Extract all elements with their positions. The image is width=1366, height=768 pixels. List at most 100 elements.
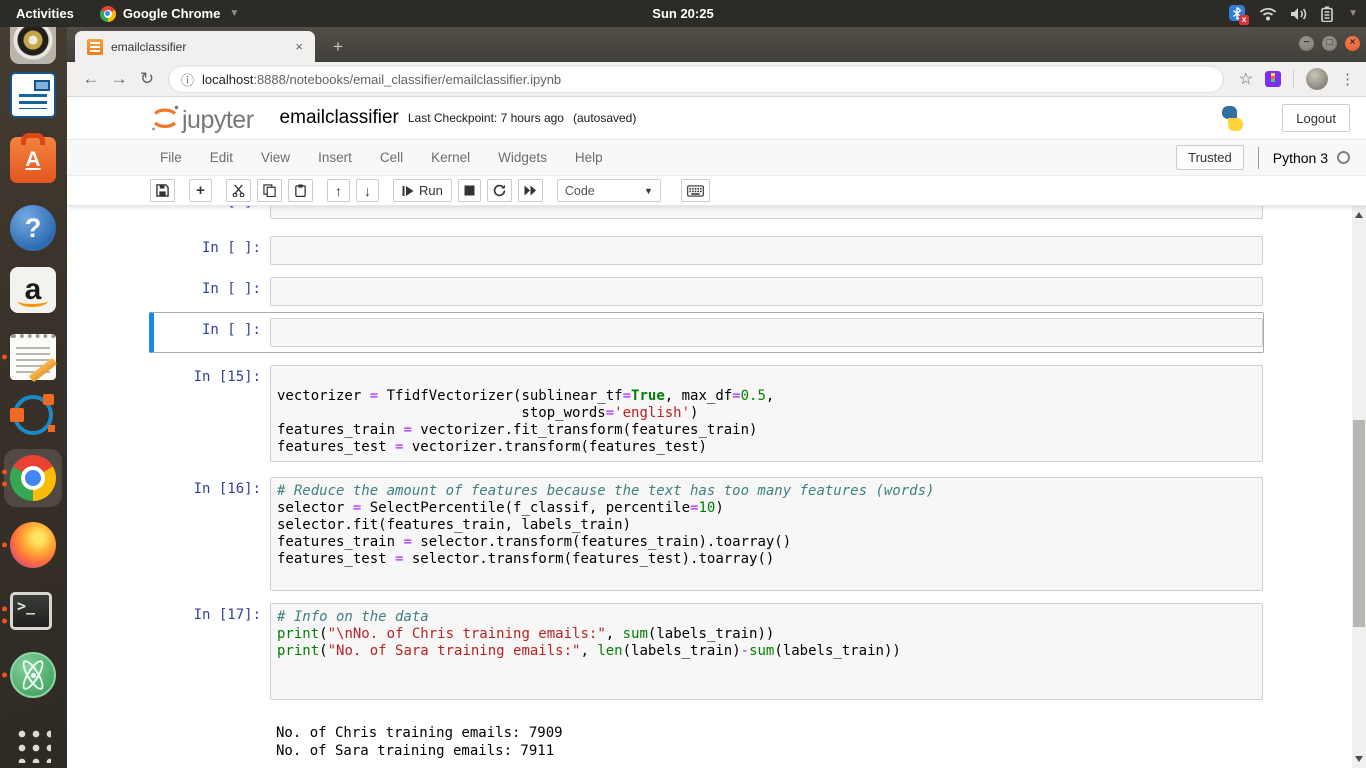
dock-item-atom[interactable] xyxy=(2,652,56,698)
restart-icon xyxy=(493,184,506,197)
logout-button[interactable]: Logout xyxy=(1282,104,1350,132)
menu-widgets[interactable]: Widgets xyxy=(484,140,561,176)
jupyter-logo-icon xyxy=(152,105,179,131)
cell-type-select[interactable]: Code ▼ xyxy=(556,179,661,202)
jupyter-wordmark: jupyter xyxy=(182,106,254,134)
cell-prompt: In [ ]: xyxy=(201,281,261,297)
dock-item-camera-app[interactable] xyxy=(10,27,56,64)
volume-icon[interactable] xyxy=(1290,7,1308,21)
address-bar[interactable]: ⓘ localhost:8888/notebooks/email_classif… xyxy=(169,66,1223,92)
bookmark-star-icon[interactable]: ☆ xyxy=(1239,69,1253,89)
cell-input[interactable] xyxy=(270,277,1263,306)
notebook-cell[interactable]: In [ ]: xyxy=(149,206,1264,225)
jupyter-logo[interactable]: jupyter xyxy=(150,103,254,133)
notebook-cell[interactable]: In [ ]: xyxy=(149,271,1264,312)
url-host: localhost xyxy=(202,71,254,87)
notebook-cell[interactable]: In [17]: # Info on the data print("\nNo. o… xyxy=(149,597,1264,768)
cut-cell-button[interactable] xyxy=(226,179,251,202)
trusted-badge[interactable]: Trusted xyxy=(1176,145,1244,170)
dock-item-ubuntu-software[interactable]: A xyxy=(10,133,56,183)
paste-cell-button[interactable] xyxy=(288,179,313,202)
new-tab-button[interactable]: + xyxy=(325,35,351,59)
back-icon[interactable]: ← xyxy=(77,65,105,93)
dock-item-libreoffice-writer[interactable] xyxy=(10,72,56,118)
bluetooth-icon[interactable]: x xyxy=(1229,5,1250,25)
restart-kernel-button[interactable] xyxy=(486,179,512,202)
menu-help[interactable]: Help xyxy=(561,140,617,176)
command-palette-button[interactable] xyxy=(680,179,710,202)
help-icon: ? xyxy=(10,205,56,251)
menu-kernel[interactable]: Kernel xyxy=(417,140,484,176)
fast-forward-icon xyxy=(524,185,536,196)
menu-insert[interactable]: Insert xyxy=(304,140,366,176)
forward-icon[interactable]: → xyxy=(105,65,133,93)
move-cell-up-button[interactable]: ↑ xyxy=(327,179,350,202)
jupyter-header: jupyter emailclassifier Last Checkpoint:… xyxy=(67,97,1366,140)
copy-cell-button[interactable] xyxy=(257,179,282,202)
screen: Activities Google Chrome ▼ Sun 20:25 x ▼ xyxy=(0,0,1366,768)
dock-item-firefox[interactable] xyxy=(2,522,56,568)
tab-close-icon[interactable]: × xyxy=(291,37,307,56)
run-cell-button[interactable]: Run xyxy=(393,179,452,202)
app-menu[interactable]: Google Chrome ▼ xyxy=(90,5,249,22)
browser-menu-icon[interactable]: ⋮ xyxy=(1340,70,1356,88)
clock[interactable]: Sun 20:25 xyxy=(652,6,713,21)
cell-input[interactable]: # Reduce the amount of features because … xyxy=(270,477,1263,591)
add-cell-button[interactable]: + xyxy=(189,179,212,202)
browser-toolbar: ← → ↻ ⓘ localhost:8888/notebooks/email_c… xyxy=(67,62,1366,97)
save-button[interactable] xyxy=(150,179,175,202)
menu-file[interactable]: File xyxy=(146,140,196,176)
close-button[interactable]: × xyxy=(1345,36,1360,51)
wifi-icon[interactable] xyxy=(1259,7,1277,21)
dock-item-help[interactable]: ? xyxy=(10,205,56,251)
kernel-name: Python 3 xyxy=(1272,149,1328,166)
system-status-area[interactable]: x ▼ xyxy=(1229,0,1358,27)
scrollbar-thumb[interactable] xyxy=(1353,420,1365,627)
notebook-cell[interactable]: In [16]: # Reduce the amount of features … xyxy=(149,471,1264,597)
caret-down-icon[interactable]: ▼ xyxy=(1348,8,1358,19)
extension-icon[interactable] xyxy=(1265,71,1281,87)
notebook-cell[interactable]: In [15]: vectorizer = TfidfVectorizer(sub… xyxy=(149,359,1264,468)
cell-input[interactable] xyxy=(270,236,1263,265)
dock-item-show-applications[interactable] xyxy=(10,722,56,768)
menu-edit[interactable]: Edit xyxy=(196,140,247,176)
dock-item-google-chrome[interactable] xyxy=(2,449,62,507)
ubuntu-dock: A? a >_ xyxy=(0,27,67,768)
profile-avatar[interactable] xyxy=(1306,68,1328,90)
dock-item-terminal[interactable]: >_ xyxy=(2,592,56,638)
run-icon xyxy=(402,185,414,196)
browser-tab[interactable]: emailclassifier × xyxy=(75,31,315,62)
kernel-idle-icon xyxy=(1337,151,1350,164)
interrupt-kernel-button[interactable] xyxy=(457,179,481,202)
maximize-button[interactable]: □ xyxy=(1322,36,1337,51)
ubuntu-top-bar: Activities Google Chrome ▼ Sun 20:25 x ▼ xyxy=(0,0,1366,27)
cell-input[interactable] xyxy=(270,206,1263,219)
dock-item-amazon[interactable]: a xyxy=(10,267,56,313)
battery-icon[interactable] xyxy=(1321,6,1333,22)
cell-type-value: Code xyxy=(564,183,595,198)
page-info-icon[interactable]: ⓘ xyxy=(181,70,194,89)
minimize-button[interactable]: − xyxy=(1299,36,1314,51)
cell-input[interactable]: # Info on the data print("\nNo. of Chris … xyxy=(270,603,1263,700)
firefox-icon xyxy=(10,522,56,568)
notebook-cell[interactable]: In [ ]: xyxy=(149,230,1264,271)
dock-item-text-editor[interactable] xyxy=(2,334,58,383)
running-indicator xyxy=(2,469,7,487)
cell-input[interactable] xyxy=(270,318,1263,347)
activities-button[interactable]: Activities xyxy=(0,0,90,27)
restart-run-all-button[interactable] xyxy=(517,179,543,202)
autosave-status: (autosaved) xyxy=(572,111,637,125)
notebook-favicon xyxy=(87,38,103,55)
chrome-window: emailclassifier × + − □ × ← → ↻ ⓘ localh… xyxy=(67,27,1366,768)
menu-view[interactable]: View xyxy=(247,140,304,176)
reload-icon[interactable]: ↻ xyxy=(133,65,161,93)
scrollbar xyxy=(1352,206,1366,768)
dock-item-loop-app[interactable] xyxy=(10,392,56,438)
menu-cell[interactable]: Cell xyxy=(366,140,417,176)
move-cell-down-button[interactable]: ↓ xyxy=(356,179,379,202)
notebook-title[interactable]: emailclassifier xyxy=(280,107,399,129)
scrollbar-down-arrow[interactable] xyxy=(1355,756,1363,762)
cell-input[interactable]: vectorizer = TfidfVectorizer(sublinear_t… xyxy=(270,365,1263,462)
scrollbar-up-arrow[interactable] xyxy=(1355,212,1363,218)
notebook-cell-selected[interactable]: In [ ]: xyxy=(149,312,1264,353)
